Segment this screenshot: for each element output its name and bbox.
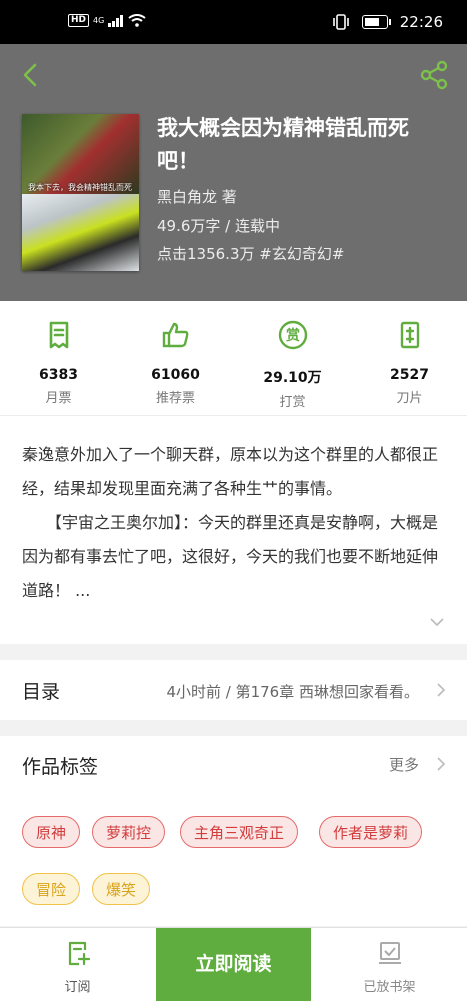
status-right: 22:26 [332, 13, 443, 31]
cover-caption: 我本下去，我会精神错乱而死 [28, 183, 132, 192]
thumbs-up-icon [162, 322, 188, 348]
stat-value: 2527 [390, 367, 429, 383]
stat-monthly-ticket[interactable]: 6383 月票 [0, 319, 117, 406]
subscribe-label: 订阅 [64, 980, 91, 995]
network-type: 4G [93, 16, 105, 25]
chevron-down-icon[interactable] [429, 614, 445, 630]
bottom-action-bar: 订阅 立即阅读 已放书架 [0, 927, 467, 1001]
stat-label: 刀片 [396, 391, 423, 406]
stat-blade[interactable]: 2527 刀片 [351, 319, 467, 406]
subscribe-icon [68, 941, 90, 966]
status-bar: HD 4G 22:26 [0, 0, 467, 44]
book-header: 我本下去，我会精神错乱而死 我大概会因为精神错乱而死吧！ 黑白角龙 著 49.6… [0, 44, 467, 301]
intro-text: 秦逸意外加入了一个聊天群，原本以为这个群里的人都很正经，结果却发现里面充满了各种… [22, 445, 439, 600]
tags-more-link[interactable]: 更多 [389, 754, 419, 775]
shelved-label: 已放书架 [363, 980, 416, 995]
chevron-right-icon [437, 683, 446, 697]
svg-text:赏: 赏 [286, 327, 300, 344]
stats-row: 6383 月票 61060 推荐票 赏 29.10万 打赏 2527 刀片 [0, 301, 467, 416]
read-now-button[interactable]: 立即阅读 [156, 928, 311, 1001]
clock: 22:26 [399, 13, 443, 31]
tag-chip[interactable]: 爆笑 [92, 873, 151, 905]
catalog-title: 目录 [22, 681, 61, 703]
tags-section: 作品标签 更多 原神 萝莉控 主角三观奇正 作者是萝莉 冒险 爆笑 [0, 736, 467, 926]
tag-chip[interactable]: 作者是萝莉 [319, 816, 423, 848]
stat-value: 29.10万 [263, 370, 322, 386]
stat-value: 6383 [39, 367, 78, 383]
wifi-icon [128, 14, 146, 27]
catalog-row[interactable]: 目录 4小时前 / 第176章 西琳想回家看看。 [0, 660, 467, 720]
signal-icon [108, 14, 124, 27]
chevron-right-icon[interactable] [435, 756, 447, 772]
tag-chip[interactable]: 萝莉控 [92, 816, 166, 848]
stat-recommend[interactable]: 61060 推荐票 [117, 319, 234, 406]
latest-chapter: 4小时前 / 第176章 西琳想回家看看。 [166, 683, 419, 701]
hd-indicator: HD [68, 14, 90, 27]
battery-icon [361, 15, 391, 29]
tag-chip[interactable]: 主角三观奇正 [180, 816, 299, 848]
share-icon[interactable] [419, 60, 449, 90]
battery-level [364, 18, 379, 26]
subscribe-button[interactable]: 订阅 [0, 928, 155, 1001]
reward-icon: 赏 [278, 320, 307, 350]
back-icon[interactable] [16, 60, 46, 90]
tag-chip[interactable]: 原神 [22, 816, 81, 848]
stat-label: 推荐票 [155, 391, 195, 406]
vibrate-icon [332, 14, 349, 30]
book-clicks-genre: 点击1356.3万 #玄幻奇幻# [157, 245, 345, 263]
shelved-button[interactable]: 已放书架 [312, 928, 467, 1001]
tag-chip[interactable]: 冒险 [22, 873, 81, 905]
book-word-status: 49.6万字 / 连载中 [157, 217, 280, 235]
cover-art-bottom [22, 194, 139, 271]
book-intro[interactable]: 秦逸意外加入了一个聊天群，原本以为这个群里的人都很正经，结果却发现里面充满了各种… [0, 416, 467, 644]
book-author: 黑白角龙 著 [157, 188, 237, 206]
tags-title: 作品标签 [22, 756, 99, 778]
status-left: HD 4G [68, 14, 146, 27]
monthly-ticket-icon [49, 321, 68, 349]
stat-label: 月票 [45, 391, 72, 406]
blade-icon [400, 321, 419, 349]
book-title: 我大概会因为精神错乱而死吧！ [157, 116, 409, 173]
book-cover[interactable]: 我本下去，我会精神错乱而死 [22, 114, 139, 271]
stat-reward[interactable]: 赏 29.10万 打赏 [234, 319, 351, 410]
bookshelf-check-icon [378, 942, 401, 964]
stat-label: 打赏 [279, 395, 306, 410]
stat-value: 61060 [151, 367, 200, 383]
